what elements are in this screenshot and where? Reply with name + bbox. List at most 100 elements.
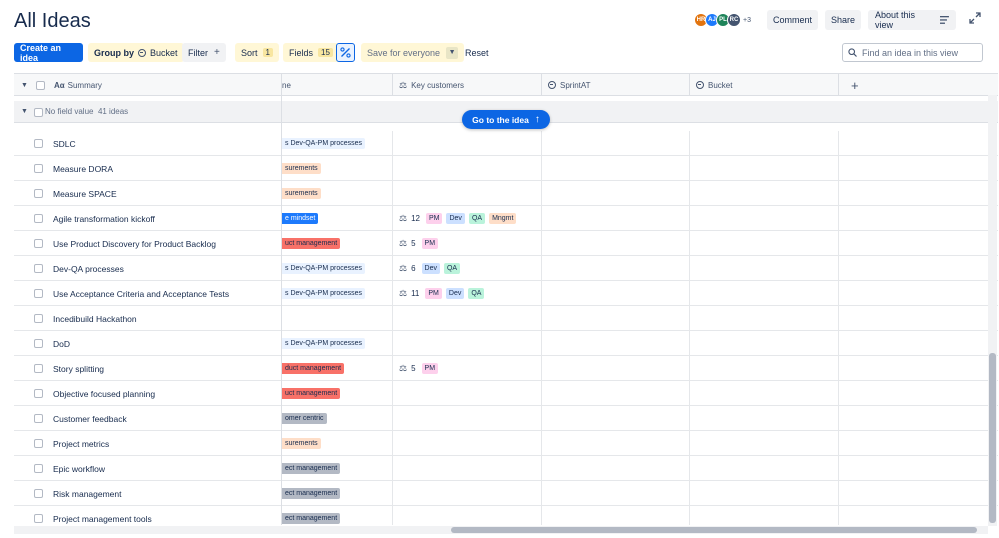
goal-cell[interactable]: uct management — [282, 381, 393, 406]
vertical-scrollbar[interactable] — [988, 95, 997, 526]
fullscreen-expand-icon[interactable] — [968, 12, 982, 26]
bucket-cell[interactable] — [690, 456, 839, 481]
key-customers-cell[interactable]: ⚖ 6 Dev QA — [393, 256, 542, 281]
goal-cell[interactable]: duct management — [282, 356, 393, 381]
fields-button[interactable]: Fields 15 — [283, 43, 339, 62]
sprint-cell[interactable] — [542, 331, 690, 356]
idea-summary[interactable]: Risk management — [53, 489, 122, 499]
column-header-goal[interactable]: ne — [282, 74, 393, 96]
column-header-key-customers[interactable]: ⚖ Key customers — [393, 74, 542, 96]
bucket-cell[interactable] — [690, 506, 839, 525]
row-checkbox[interactable] — [34, 514, 43, 523]
key-customers-cell[interactable] — [393, 381, 542, 406]
idea-summary[interactable]: Customer feedback — [53, 414, 127, 424]
more-avatars-count[interactable]: +3 — [743, 17, 751, 24]
sprint-cell[interactable] — [542, 256, 690, 281]
summary-cell[interactable]: SDLC — [14, 131, 282, 156]
empty-cell[interactable] — [839, 131, 998, 156]
row-checkbox[interactable] — [34, 439, 43, 448]
empty-cell[interactable] — [839, 256, 998, 281]
search-field[interactable] — [842, 43, 983, 62]
sprint-cell[interactable] — [542, 231, 690, 256]
empty-cell[interactable] — [839, 306, 998, 331]
table-row[interactable]: Risk management ect management — [14, 481, 998, 506]
sort-button[interactable]: Sort 1 — [235, 43, 279, 62]
bucket-cell[interactable] — [690, 431, 839, 456]
search-input[interactable] — [862, 47, 982, 58]
summary-cell[interactable]: Dev-QA processes — [14, 256, 282, 281]
row-checkbox[interactable] — [34, 139, 43, 148]
goal-cell[interactable]: omer centric — [282, 406, 393, 431]
group-by-button[interactable]: Group by Bucket — [88, 43, 184, 62]
bucket-cell[interactable] — [690, 181, 839, 206]
row-checkbox[interactable] — [34, 189, 43, 198]
sprint-cell[interactable] — [542, 356, 690, 381]
empty-cell[interactable] — [839, 281, 998, 306]
empty-cell[interactable] — [839, 506, 998, 525]
empty-cell[interactable] — [839, 331, 998, 356]
sprint-cell[interactable] — [542, 281, 690, 306]
idea-summary[interactable]: DoD — [53, 339, 70, 349]
idea-summary[interactable]: Epic workflow — [53, 464, 105, 474]
bucket-cell[interactable] — [690, 331, 839, 356]
bucket-cell[interactable] — [690, 256, 839, 281]
summary-cell[interactable]: Story splitting — [14, 356, 282, 381]
key-customers-cell[interactable] — [393, 181, 542, 206]
goal-cell[interactable]: s Dev-QA-PM processes — [282, 281, 393, 306]
bucket-cell[interactable] — [690, 156, 839, 181]
reset-button[interactable]: Reset — [459, 43, 495, 62]
sprint-cell[interactable] — [542, 156, 690, 181]
idea-summary[interactable]: Project management tools — [53, 514, 152, 524]
goal-cell[interactable]: s Dev-QA-PM processes — [282, 256, 393, 281]
row-checkbox[interactable] — [34, 239, 43, 248]
sprint-cell[interactable] — [542, 431, 690, 456]
chevron-down-icon[interactable]: ▼ — [446, 46, 459, 59]
row-checkbox[interactable] — [34, 364, 43, 373]
goal-cell[interactable]: surements — [282, 156, 393, 181]
sprint-cell[interactable] — [542, 181, 690, 206]
goal-cell[interactable]: e mindset — [282, 206, 393, 231]
empty-cell[interactable] — [839, 406, 998, 431]
table-row[interactable]: Objective focused planning uct management — [14, 381, 998, 406]
avatar[interactable]: RC — [727, 13, 741, 27]
bucket-cell[interactable] — [690, 356, 839, 381]
goal-cell[interactable] — [282, 306, 393, 331]
row-checkbox[interactable] — [34, 489, 43, 498]
summary-cell[interactable]: Use Acceptance Criteria and Acceptance T… — [14, 281, 282, 306]
vertical-scroll-thumb[interactable] — [989, 353, 996, 523]
empty-cell[interactable] — [839, 181, 998, 206]
collaborator-avatars[interactable]: HR AJ PL RC +3 — [694, 13, 751, 27]
sprint-cell[interactable] — [542, 406, 690, 431]
table-row[interactable]: Story splitting duct management ⚖ 5 PM — [14, 356, 998, 381]
bucket-cell[interactable] — [690, 206, 839, 231]
key-customers-cell[interactable] — [393, 481, 542, 506]
go-to-idea-button[interactable]: Go to the idea ↑ — [462, 110, 550, 129]
idea-summary[interactable]: Measure DORA — [53, 164, 113, 174]
chevron-down-icon[interactable]: ▼ — [21, 108, 28, 115]
bucket-cell[interactable] — [690, 306, 839, 331]
horizontal-scroll-thumb[interactable] — [451, 527, 977, 533]
goal-cell[interactable]: surements — [282, 181, 393, 206]
key-customers-cell[interactable]: ⚖ 5 PM — [393, 356, 542, 381]
goal-cell[interactable]: ect management — [282, 506, 393, 525]
idea-summary[interactable]: Story splitting — [53, 364, 104, 374]
key-customers-cell[interactable] — [393, 506, 542, 525]
idea-summary[interactable]: Use Acceptance Criteria and Acceptance T… — [53, 289, 229, 299]
share-button[interactable]: Share — [825, 10, 861, 30]
key-customers-cell[interactable] — [393, 431, 542, 456]
goal-cell[interactable]: uct management — [282, 231, 393, 256]
empty-cell[interactable] — [839, 381, 998, 406]
column-header-summary[interactable]: ▼ Aα Summary — [14, 74, 282, 96]
key-customers-cell[interactable]: ⚖ 12 PM Dev QA Mngmt — [393, 206, 542, 231]
bucket-cell[interactable] — [690, 381, 839, 406]
save-for-everyone-button[interactable]: Save for everyone ▼ — [361, 43, 465, 62]
table-row[interactable]: Agile transformation kickoff e mindset ⚖ 12… — [14, 206, 998, 231]
empty-cell[interactable] — [839, 156, 998, 181]
summary-cell[interactable]: Objective focused planning — [14, 381, 282, 406]
bucket-cell[interactable] — [690, 131, 839, 156]
idea-summary[interactable]: Objective focused planning — [53, 389, 155, 399]
sprint-cell[interactable] — [542, 506, 690, 525]
create-idea-button[interactable]: Create an idea — [14, 43, 83, 63]
bucket-cell[interactable] — [690, 406, 839, 431]
summary-cell[interactable]: Measure SPACE — [14, 181, 282, 206]
